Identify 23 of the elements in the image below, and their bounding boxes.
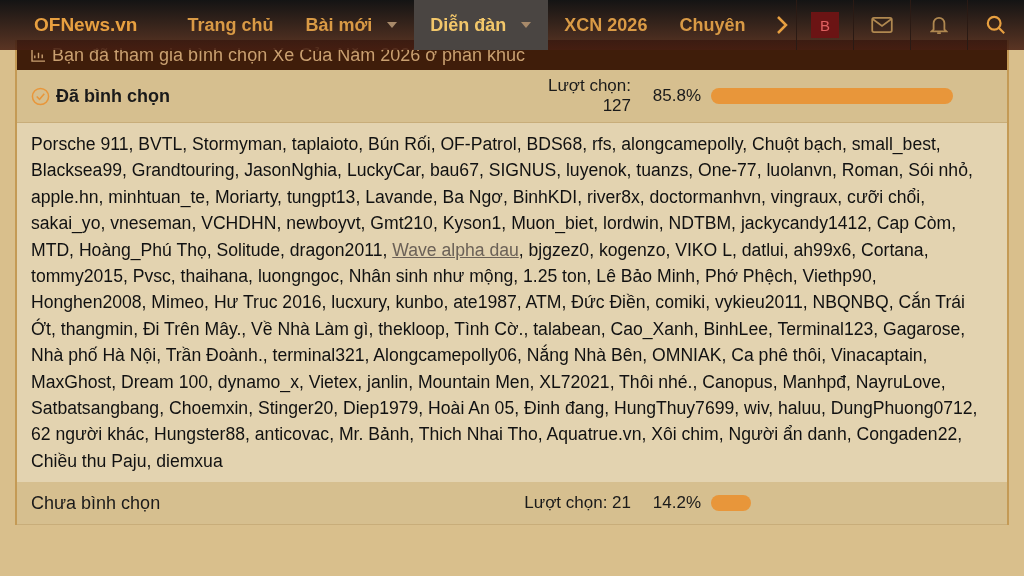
search-icon[interactable] (986, 15, 1006, 35)
site-logo[interactable]: OFNews.vn (0, 14, 172, 36)
mail-icon[interactable] (871, 17, 893, 33)
option-label: Đã bình chọn (56, 85, 170, 107)
vote-count: Lượt chọn: 127 (546, 76, 631, 116)
option-label: Chưa bình chọn (31, 492, 161, 514)
user-avatar[interactable]: B (811, 12, 839, 38)
nav-tab[interactable]: Chuyên (663, 0, 762, 50)
nav-tab[interactable]: Trang chủ (171, 0, 290, 50)
nav-tab[interactable]: XCN 2026 (548, 0, 664, 50)
caret-icon (520, 21, 533, 29)
chevron-right-icon[interactable] (776, 15, 788, 35)
voter-list: Porsche 911, BVTL, Stormyman, taplaioto, Bún Rối, OF-Patrol, BDS68, rfs, alongcamepolly, Chuột bạch, small_best, Blacksea99, Grandtouring, JasonNghia, LuckyCar, bau67, SIGNUS, luyenok, tuanzs, One-77, luolanvn, Roman, Sói nhỏ, apple.hn, minhtuan_te, Moriarty, tungpt13, Lavande, Ba Ngơ, BinhKDI, river8x, doctormanhvn, vingraux, cưỡi chổi, sakai_yo, vneseman, VCHDHN, newboyvt, Gmt210, Kyson1, Muon_biet, lordwin, NDTBM, jackycandy1412, Cap Còm, MTD, Hoàng_Phú Thọ, Solitude, dragon2011, Wave alpha dau, bjgzez0, kogenzo, VIKO L, datlui, ah99x6, Cortana, tommy2015, Pvsc, thaihana, luongngoc, Nhân sinh như mộng, 1.25 ton, Lê Bảo Minh, Phớ Phệch, Viethp90, Honghen2008, Mimeo, Hư Truc 2016, lucxury, kunbo, ate1987, ATM, Đức Điền, comiki, vykieu2011, NBQNBQ, Cắn Trái Ớt, thangmin, Đi Trên Mây., Về Nhà Làm gì, thekloop, Tình Cờ., talabean, Cao_Xanh, BinhLee, Terminal123, Gagarose, Nhà phố Hà Nội, Trần Đoành., terminal321, Alongcamepolly06, Nắng Nhà Bên, OMNIAK, Ca phê thôi, Vinacaptain, MaxGhost, Dream 100, dynamo_x, Vietex, janlin, Mountain Men, XL72021, Thôi nhé., Canopus, Manhpđ, NayruLove, Satbatsangbang, Choemxin, Stinger20, Diep1979, Hoài An 05, Đinh đang, HungThuy7699, wiv, haluu, DungPhuong0712, 62 người khác, Hungster88, anticovac, Mr. Bảnh, Thich Nhai Tho, Aquatrue.vn, Xôi chim, Người ẩn danh, Congaden22, Chiều thu Paju, diemxua (17, 123, 1007, 483)
chart-icon (31, 48, 46, 62)
nav-tab[interactable]: Bài mới (289, 0, 415, 50)
vote-percent: 85.8% (651, 86, 701, 106)
vote-count: Lượt chọn: 21 (523, 493, 631, 514)
caret-icon (386, 21, 399, 29)
bell-icon[interactable] (930, 15, 948, 35)
vote-bar (711, 495, 752, 512)
nav-tab[interactable]: Diễn đàn (414, 0, 549, 50)
voter-link[interactable]: Wave alpha dau (392, 239, 519, 260)
vote-percent: 14.2% (651, 493, 701, 514)
